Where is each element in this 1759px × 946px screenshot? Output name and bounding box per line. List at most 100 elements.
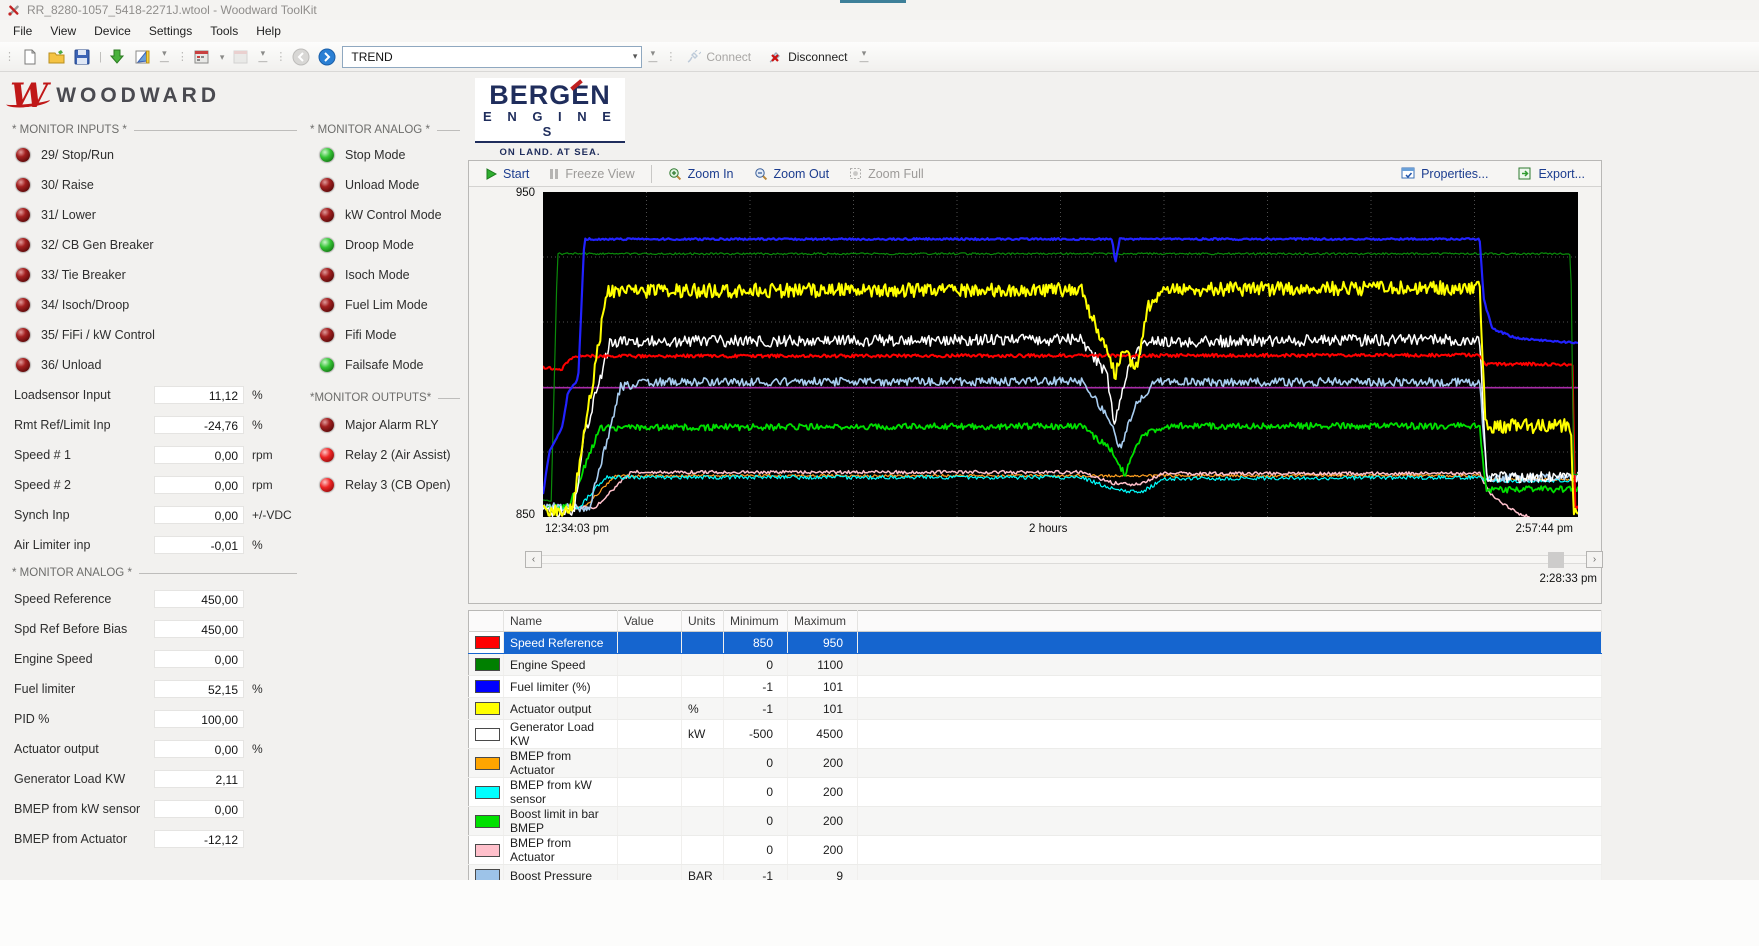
analog-field-label: Engine Speed — [14, 652, 154, 666]
analog-field-value: 2,11 — [154, 770, 244, 788]
table-header-value: Value — [618, 611, 682, 632]
design-tools-button[interactable] — [132, 46, 154, 68]
forward-button[interactable] — [316, 46, 338, 68]
app-icon — [7, 3, 21, 17]
footer-area — [0, 880, 1759, 946]
table-row[interactable]: Boost limit in bar BMEP0200 — [469, 807, 1602, 836]
series-swatch-cell — [469, 632, 504, 654]
bergen-engines-text: E N G I N E S — [481, 109, 619, 139]
series-min: -500 — [724, 720, 788, 749]
trend-plot[interactable] — [543, 192, 1578, 517]
trend-scrollbar[interactable]: ‹ › — [525, 551, 1603, 568]
monitor-input-label: 34/ Isoch/Droop — [41, 298, 129, 312]
series-max: 200 — [788, 749, 858, 778]
series-swatch-cell — [469, 698, 504, 720]
toolbar-overflow-icon[interactable]: ▾― — [646, 49, 659, 65]
properties-label: Properties... — [1421, 167, 1488, 181]
series-max: 1100 — [788, 654, 858, 676]
series-swatch-cell — [469, 654, 504, 676]
row-filler — [858, 654, 1602, 676]
toolbar-overflow-icon[interactable]: ▾― — [256, 49, 269, 65]
table-row[interactable]: BMEP from Actuator0200 — [469, 836, 1602, 865]
monitor-input-fields: Loadsensor Input11,12%Rmt Ref/Limit Inp-… — [14, 380, 292, 560]
analog-field-value: 0,00 — [154, 650, 244, 668]
dropdown-arrow-icon[interactable]: ▾ — [218, 53, 227, 61]
series-value — [618, 676, 682, 698]
start-label: Start — [503, 167, 529, 181]
disconnect-button[interactable]: Disconnect — [761, 47, 853, 66]
table-header-swatch — [469, 611, 504, 632]
load-application-button[interactable] — [106, 46, 128, 68]
analog-field-unit: % — [252, 742, 263, 756]
table-row[interactable]: Fuel limiter (%)-1101 — [469, 676, 1602, 698]
row-filler — [858, 720, 1602, 749]
trend-toolbar: Start Freeze View Zoom In Zoom Out — [469, 161, 1601, 187]
table-row[interactable]: Actuator output%-1101 — [469, 698, 1602, 720]
monitor-mode-label: Unload Mode — [345, 178, 419, 192]
row-filler — [858, 807, 1602, 836]
series-value — [618, 720, 682, 749]
toolbar-separator: | — [97, 51, 102, 63]
monitor-output-row: Relay 3 (CB Open) — [320, 470, 451, 500]
series-min: 0 — [724, 836, 788, 865]
table-row[interactable]: Generator Load KWkW-5004500 — [469, 720, 1602, 749]
zoom-full-label: Zoom Full — [868, 167, 924, 181]
input-field-label: Loadsensor Input — [14, 388, 154, 402]
scrollbar-track[interactable] — [542, 555, 1586, 564]
monitor-mode-label: kW Control Mode — [345, 208, 442, 222]
menu-item-settings[interactable]: Settings — [140, 21, 201, 41]
row-filler — [858, 632, 1602, 654]
table-row[interactable]: Engine Speed01100 — [469, 654, 1602, 676]
menu-item-view[interactable]: View — [41, 21, 85, 41]
series-swatch-cell — [469, 676, 504, 698]
toolbar-overflow-icon[interactable]: ▾― — [857, 49, 870, 65]
monitor-outputs-header: *MONITOR OUTPUTS* — [310, 392, 460, 404]
series-units — [682, 654, 724, 676]
menu-item-file[interactable]: File — [4, 21, 41, 41]
top-edge-bar — [840, 0, 906, 3]
menu-item-help[interactable]: Help — [247, 21, 290, 41]
trend-zoom-in-button[interactable]: Zoom In — [660, 165, 742, 183]
series-min: 0 — [724, 807, 788, 836]
table-row[interactable]: BMEP from Actuator0200 — [469, 749, 1602, 778]
view-selector-combobox[interactable]: TREND ▾ — [342, 46, 642, 68]
toolbar-overflow-icon[interactable]: ▾― — [158, 49, 171, 65]
monitor-input-row: 29/ Stop/Run — [16, 140, 155, 170]
properties-icon — [1401, 167, 1415, 180]
save-button[interactable] — [71, 46, 93, 68]
series-max: 200 — [788, 836, 858, 865]
series-color-swatch — [475, 680, 500, 693]
input-field-value: 11,12 — [154, 386, 244, 404]
input-field-label: Synch Inp — [14, 508, 154, 522]
monitor-mode-row: Failsafe Mode — [320, 350, 442, 380]
trend-start-button[interactable]: Start — [477, 165, 537, 183]
woodward-logo: W WOODWARD — [10, 78, 240, 114]
monitor-output-row: Relay 2 (Air Assist) — [320, 440, 451, 470]
series-units — [682, 807, 724, 836]
scrollbar-thumb[interactable] — [1548, 552, 1564, 568]
trend-properties-button[interactable]: Properties... — [1393, 165, 1496, 183]
analog-field-row: PID %100,00 — [14, 704, 263, 734]
trend-export-button[interactable]: Export... — [1510, 165, 1593, 183]
table-row[interactable]: Speed Reference850950 — [469, 632, 1602, 654]
series-swatch-cell — [469, 807, 504, 836]
monitor-input-label: 30/ Raise — [41, 178, 94, 192]
new-file-button[interactable] — [19, 46, 41, 68]
x-axis-start-label: 12:34:03 pm — [545, 523, 609, 535]
open-file-button[interactable] — [45, 46, 67, 68]
menu-item-device[interactable]: Device — [85, 21, 140, 41]
scroll-left-button[interactable]: ‹ — [525, 551, 542, 568]
analog-field-value: 100,00 — [154, 710, 244, 728]
series-max: 101 — [788, 676, 858, 698]
trend-zoom-out-button[interactable]: Zoom Out — [746, 165, 838, 183]
scroll-right-button[interactable]: › — [1586, 551, 1603, 568]
series-swatch-cell — [469, 720, 504, 749]
menu-item-tools[interactable]: Tools — [201, 21, 247, 41]
trend-script-button[interactable] — [192, 46, 214, 68]
led-off-icon — [320, 328, 334, 342]
row-filler — [858, 698, 1602, 720]
series-units — [682, 676, 724, 698]
input-field-value: -24,76 — [154, 416, 244, 434]
series-min: 850 — [724, 632, 788, 654]
table-row[interactable]: BMEP from kW sensor0200 — [469, 778, 1602, 807]
